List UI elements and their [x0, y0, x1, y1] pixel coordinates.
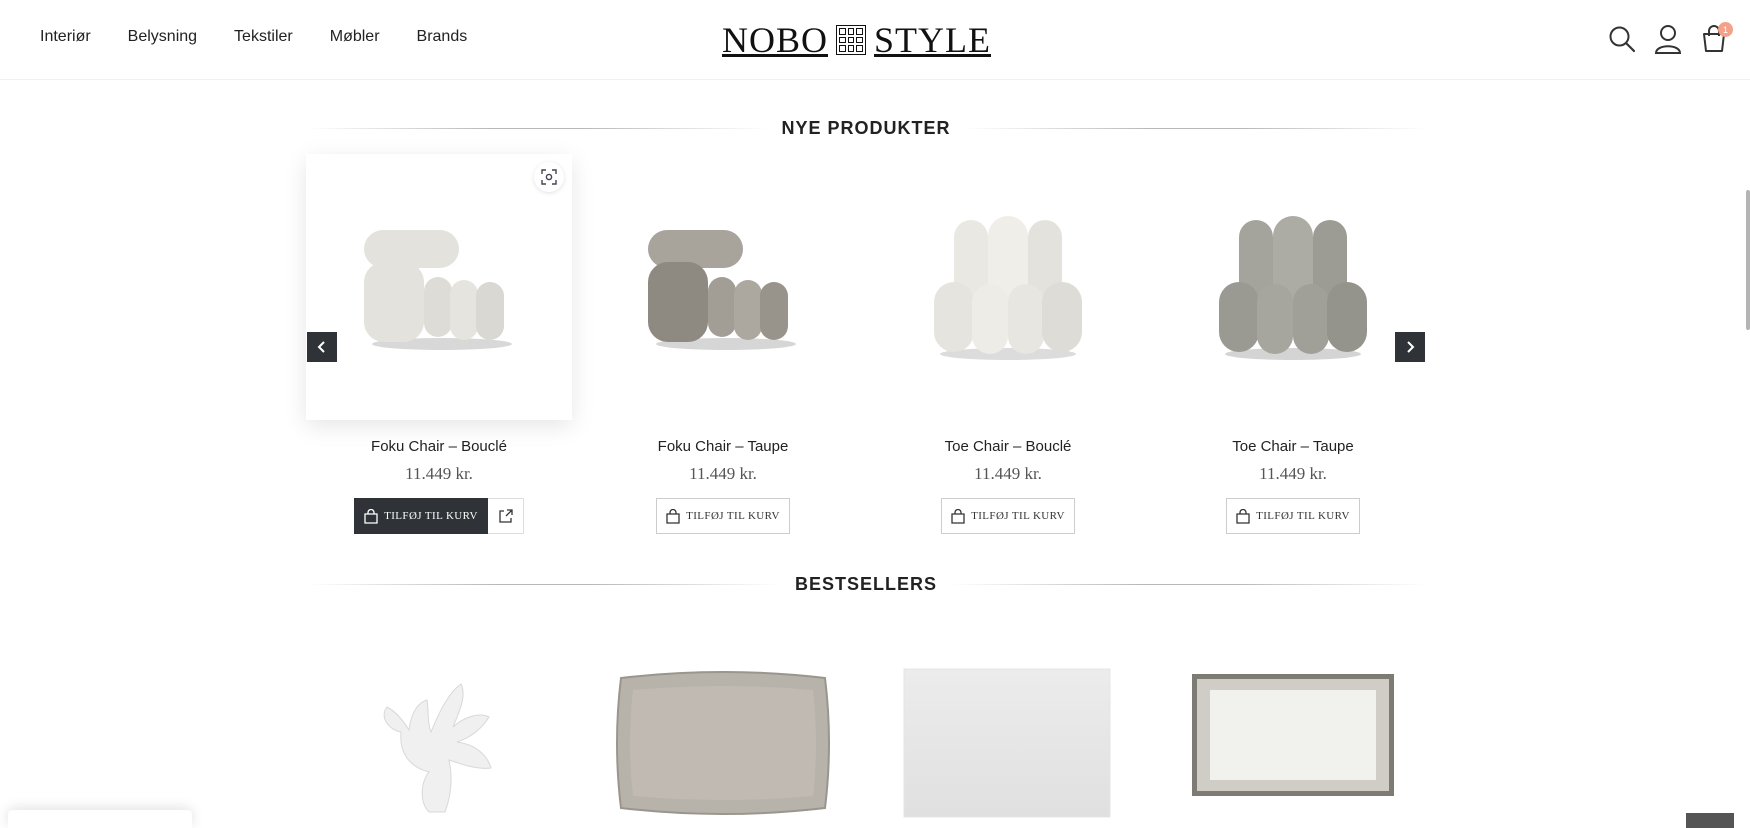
add-to-cart-button[interactable]: TILFØJ TIL KURV	[656, 498, 790, 534]
bag-icon	[364, 508, 378, 524]
add-to-cart-button[interactable]: TILFØJ TIL KURV	[354, 498, 488, 534]
mirror-tray-image	[1192, 674, 1394, 796]
add-to-cart-label: TILFØJ TIL KURV	[1256, 510, 1350, 522]
bestsellers-title: BESTSELLERS	[794, 573, 938, 594]
bag-icon	[1236, 508, 1250, 524]
product-image[interactable]	[875, 154, 1141, 420]
product-price: 11.449 kr.	[405, 464, 473, 483]
site-logo[interactable]: NOBO STYLE	[722, 20, 991, 60]
user-icon[interactable]	[1654, 24, 1682, 54]
add-to-cart-label: TILFØJ TIL KURV	[686, 510, 780, 522]
nav-furniture[interactable]: Møbler	[330, 28, 380, 46]
product-name[interactable]: Toe Chair – Bouclé	[875, 438, 1141, 455]
cookie-consent-tab[interactable]	[8, 810, 192, 828]
logo-mark-icon	[836, 25, 867, 55]
product-price: 11.449 kr.	[974, 464, 1042, 483]
product-name[interactable]: Foku Chair – Taupe	[590, 438, 856, 455]
white-rug-image	[903, 668, 1111, 818]
search-icon[interactable]	[1608, 24, 1636, 54]
bestseller-item[interactable]	[608, 668, 838, 828]
back-to-top-button[interactable]	[1686, 813, 1734, 828]
bestseller-item[interactable]	[1178, 672, 1408, 828]
nav-brands[interactable]: Brands	[417, 28, 468, 46]
logo-text-right: STYLE	[874, 20, 992, 60]
product-card[interactable]: Toe Chair – Taupe 11.449 kr. TILFØJ TIL …	[1160, 154, 1426, 534]
cart-count-badge: 1	[1718, 22, 1733, 37]
nav-lighting[interactable]: Belysning	[128, 28, 197, 46]
product-card[interactable]: Foku Chair – Bouclé 11.449 kr. TILFØJ TI…	[306, 154, 572, 534]
toe-chair-image	[934, 216, 1082, 360]
lounge-chair-image	[648, 230, 796, 350]
bestseller-item[interactable]	[324, 672, 554, 828]
nav-interior[interactable]: Interiør	[40, 28, 91, 46]
header-icons: 1	[1608, 22, 1733, 54]
scrollbar-thumb[interactable]	[1746, 190, 1750, 330]
cart-icon[interactable]: 1	[1700, 22, 1733, 54]
add-to-cart-button[interactable]: TILFØJ TIL KURV	[941, 498, 1075, 534]
bestseller-item[interactable]	[892, 667, 1122, 828]
site-header: Interiør Belysning Tekstiler Møbler Bran…	[0, 0, 1750, 80]
product-image[interactable]	[1160, 154, 1426, 420]
external-link-icon[interactable]	[488, 498, 524, 534]
lounge-chair-image	[364, 230, 512, 350]
new-products-title: NYE PRODUKTER	[781, 117, 951, 138]
product-image[interactable]	[590, 154, 856, 420]
add-to-cart-button[interactable]: TILFØJ TIL KURV	[1226, 498, 1360, 534]
quick-view-icon[interactable]	[534, 162, 564, 192]
product-price: 11.449 kr.	[1259, 464, 1327, 483]
product-card[interactable]: Toe Chair – Bouclé 11.449 kr. TILFØJ TIL…	[875, 154, 1141, 534]
linen-cushion-image	[616, 671, 830, 815]
page-scrollbar[interactable]	[1744, 80, 1750, 828]
add-to-cart-label: TILFØJ TIL KURV	[384, 510, 478, 522]
bag-icon	[951, 508, 965, 524]
product-card[interactable]: Foku Chair – Taupe 11.449 kr. TILFØJ TIL…	[590, 154, 856, 534]
new-products-heading: NYE PRODUKTER	[306, 116, 1427, 140]
nav-textiles[interactable]: Tekstiler	[234, 28, 293, 46]
add-to-cart-label: TILFØJ TIL KURV	[971, 510, 1065, 522]
main-nav: Interiør Belysning Tekstiler Møbler Bran…	[40, 28, 467, 46]
bag-icon	[666, 508, 680, 524]
product-name[interactable]: Foku Chair – Bouclé	[306, 438, 572, 455]
product-price: 11.449 kr.	[689, 464, 757, 483]
product-image[interactable]	[306, 154, 572, 420]
logo-text-left: NOBO	[722, 20, 829, 60]
coral-figurine-image	[383, 683, 492, 813]
bestsellers-heading: BESTSELLERS	[306, 572, 1426, 596]
toe-chair-image	[1219, 216, 1367, 360]
product-name[interactable]: Toe Chair – Taupe	[1160, 438, 1426, 455]
